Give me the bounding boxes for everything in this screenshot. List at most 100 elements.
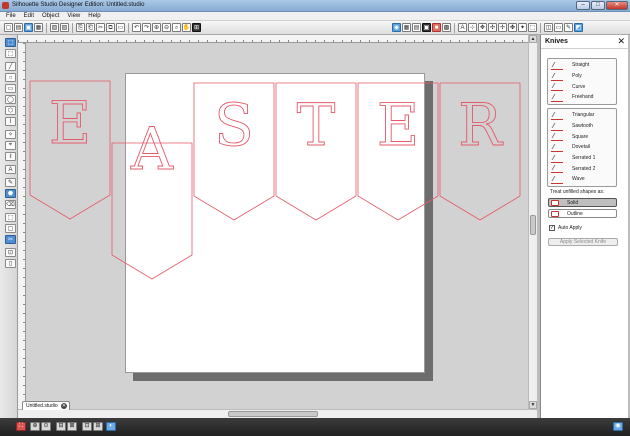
zoom-select-icon[interactable]: ⌕ xyxy=(172,23,181,32)
banner-letter[interactable]: E xyxy=(376,91,419,160)
send-to-cutter-icon[interactable]: ▭ xyxy=(554,23,563,32)
close-panel-icon[interactable]: ✕ xyxy=(617,37,625,46)
zoom-in-icon[interactable]: ⊕ xyxy=(152,23,161,32)
banner-letter[interactable]: R xyxy=(458,91,505,160)
sketch-icon[interactable]: ✎ xyxy=(564,23,573,32)
rectangle-tool-icon[interactable]: ▭ xyxy=(5,84,16,93)
knife-curve[interactable]: Curve xyxy=(549,81,615,92)
eraser-tool-icon[interactable]: ⌫ xyxy=(5,200,16,209)
replicate-icon[interactable]: ✥ xyxy=(478,23,487,32)
offset-icon[interactable]: ✢ xyxy=(498,23,507,32)
duplicate-icon[interactable]: ⧉ xyxy=(106,23,115,32)
page-tool-icon[interactable]: ▢ xyxy=(5,224,16,233)
banner-letter[interactable]: E xyxy=(48,89,91,158)
fill-tool-icon[interactable]: ⬣ xyxy=(5,189,16,198)
paste-icon[interactable]: ⎗ xyxy=(86,23,95,32)
menu-file[interactable]: File xyxy=(6,12,16,20)
layer-back-icon[interactable]: ⊟ xyxy=(56,422,66,431)
auto-apply-row[interactable]: ✓ Auto Apply xyxy=(549,225,582,231)
layer-front-icon[interactable]: ⊠ xyxy=(67,422,77,431)
store-icon[interactable]: ◩ xyxy=(574,23,583,32)
save-icon[interactable]: ▣ xyxy=(24,23,33,32)
minimize-button[interactable]: – xyxy=(576,1,590,10)
horizontal-scrollbar[interactable] xyxy=(18,409,537,418)
registration-icon[interactable]: ▤ xyxy=(412,23,421,32)
open-file-icon[interactable]: ▤ xyxy=(14,23,23,32)
print-cut-icon[interactable]: ▨ xyxy=(60,23,69,32)
cut-icon[interactable]: ✂ xyxy=(96,23,105,32)
pan-hand-icon[interactable]: ✋ xyxy=(182,23,191,32)
pen-tool-icon[interactable]: ⌖ xyxy=(5,141,16,150)
fill-color-icon[interactable]: ▣ xyxy=(422,23,431,32)
banner-letters[interactable]: EASTER xyxy=(48,89,505,184)
zoom-out-icon[interactable]: ⊖ xyxy=(162,23,171,32)
transform-icon[interactable]: ⊹ xyxy=(468,23,477,32)
library-icon[interactable]: ▦ xyxy=(34,23,43,32)
smooth-tool-icon[interactable]: ✧ xyxy=(5,130,16,139)
line-style-icon[interactable]: ▩ xyxy=(442,23,451,32)
document-tab[interactable]: Untitled.studio ✕ xyxy=(22,401,70,410)
align-icon[interactable]: ✦ xyxy=(518,23,527,32)
delete-icon[interactable]: ▭ xyxy=(116,23,125,32)
vertical-scroll-thumb[interactable] xyxy=(530,215,536,235)
ellipse-tool-icon[interactable]: ◯ xyxy=(5,95,16,104)
edit-points-icon[interactable]: ⬚ xyxy=(5,49,16,58)
modify-icon[interactable]: ✣ xyxy=(488,23,497,32)
pencil-tool-icon[interactable]: ✎ xyxy=(5,178,16,187)
scroll-down-icon[interactable]: ▼ xyxy=(529,401,537,409)
knife-wave[interactable]: Wave xyxy=(549,174,615,185)
banner-letter[interactable]: S xyxy=(214,91,255,160)
ruler-tool-icon[interactable]: ⊡ xyxy=(5,248,16,257)
freehand-tool-icon[interactable]: ⌇ xyxy=(5,117,16,126)
knife-poly[interactable]: Poly xyxy=(549,71,615,82)
option-outline[interactable]: Outline xyxy=(548,209,617,218)
menu-object[interactable]: Object xyxy=(42,12,59,20)
scroll-up-icon[interactable]: ▲ xyxy=(529,35,537,43)
text-tool-icon[interactable]: A xyxy=(5,165,16,174)
menu-edit[interactable]: Edit xyxy=(24,12,34,20)
trace-icon[interactable]: ✤ xyxy=(508,23,517,32)
redo-icon[interactable]: ↷ xyxy=(142,23,151,32)
zoom-in-status-icon[interactable]: ⊕ xyxy=(30,422,40,431)
new-document-icon[interactable]: ▢ xyxy=(4,23,13,32)
banner-letter[interactable]: A xyxy=(130,115,175,184)
knife-tool-icon[interactable]: ⬚ xyxy=(5,213,16,222)
zoom-fit-status-icon[interactable]: ⊙ xyxy=(41,422,51,431)
knife-freehand[interactable]: Freehand xyxy=(549,92,615,103)
copy-icon[interactable]: ⎘ xyxy=(76,23,85,32)
zoom-slider-icon[interactable]: ▯ xyxy=(5,259,16,268)
undo-icon[interactable]: ↶ xyxy=(132,23,141,32)
banner-letter[interactable]: T xyxy=(296,91,336,160)
banner-artwork[interactable]: EASTER xyxy=(26,43,528,409)
design-canvas[interactable]: EASTER xyxy=(26,43,528,409)
fit-page-icon[interactable]: ⊞ xyxy=(192,23,201,32)
silhouette-logo-icon[interactable]: ◉ xyxy=(613,422,623,431)
group-icon[interactable]: ⬚ xyxy=(528,23,537,32)
vertical-scrollbar[interactable]: ▲ ▼ xyxy=(528,35,537,409)
grid-settings-icon[interactable]: ▦ xyxy=(402,23,411,32)
apply-selected-knife-button[interactable]: Apply Selected Knife xyxy=(548,238,618,246)
knife-triangular[interactable]: Triangular xyxy=(549,110,615,121)
print-icon[interactable]: ▧ xyxy=(50,23,59,32)
auto-apply-checkbox[interactable]: ✓ xyxy=(549,225,555,231)
knife-dovetail[interactable]: Dovetail xyxy=(549,142,615,153)
text-style-icon[interactable]: A xyxy=(458,23,467,32)
curve-pen-icon[interactable]: ℓ xyxy=(5,152,16,161)
knife-square[interactable]: Square xyxy=(549,131,615,142)
compound-path-icon[interactable]: ⊞ xyxy=(93,422,103,431)
menu-help[interactable]: Help xyxy=(88,12,100,20)
knife-sawtooth[interactable]: Sawtooth xyxy=(549,121,615,132)
close-tab-icon[interactable]: ✕ xyxy=(61,403,67,409)
knife-straight[interactable]: Straight xyxy=(549,60,615,71)
image-tool-icon[interactable]: ✂ xyxy=(5,235,16,244)
line-tool-icon[interactable]: ╱ xyxy=(5,62,16,71)
grid-toggle-icon[interactable]: ⛶ xyxy=(16,422,26,431)
close-window-button[interactable]: ✕ xyxy=(606,1,628,10)
curve-tool-icon[interactable]: ○ xyxy=(5,73,16,82)
knife-serrated-1[interactable]: Serrated 1 xyxy=(549,153,615,164)
option-solid[interactable]: Solid xyxy=(548,198,617,207)
line-color-icon[interactable]: ■ xyxy=(432,23,441,32)
knife-serrated-2[interactable]: Serrated 2 xyxy=(549,163,615,174)
select-tool-icon[interactable]: ⬚ xyxy=(5,38,16,47)
color-wheel-icon[interactable]: ◐ xyxy=(106,422,116,431)
